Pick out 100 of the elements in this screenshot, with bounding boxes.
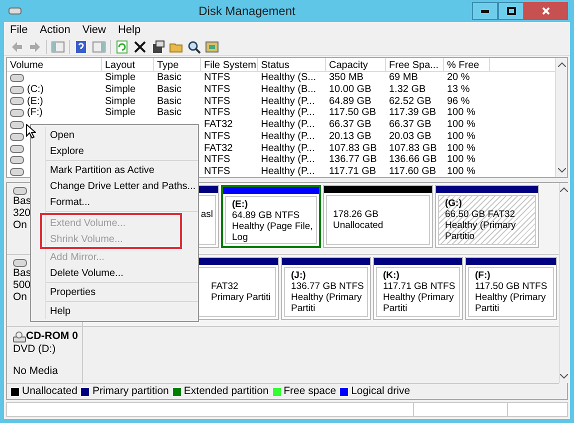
partition-name: (F:) — [475, 270, 490, 281]
partition[interactable]: (K:) 117.71 GB NTFS Healthy (Primary Partiti — [373, 257, 463, 320]
legend-label: Extended partition — [184, 384, 269, 399]
table-cell: (C:) — [27, 84, 44, 96]
partition[interactable]: (J:) 136.77 GB NTFS Healthy (Primary Partiti — [281, 257, 371, 320]
menu-item[interactable]: Help — [118, 22, 141, 38]
column-header[interactable]: Free Spa... — [386, 58, 444, 71]
table-cell: 117.39 GB — [389, 107, 436, 120]
table-cell: FAT32 — [204, 142, 233, 155]
drive-icon — [13, 187, 27, 195]
legend-label: Unallocated — [22, 384, 78, 399]
menu-item[interactable]: Mark Partition as Active — [46, 162, 198, 178]
menu-item[interactable]: Action — [40, 22, 70, 38]
table-cell: Healthy (P... — [261, 107, 315, 120]
menu-item[interactable]: Properties — [46, 284, 198, 300]
disk-label: Bas — [13, 267, 32, 279]
table-cell: 100 % — [447, 119, 476, 132]
menu-item[interactable]: Explore — [46, 143, 198, 159]
help-icon[interactable] — [74, 40, 88, 54]
window-title: Disk Management — [198, 3, 296, 20]
partition[interactable]: (E:) 64.89 GB NTFS Healthy (Page File, Log — [221, 185, 321, 248]
table-cell: NTFS — [204, 130, 230, 143]
disk-label: On — [13, 291, 28, 303]
menu-item[interactable]: Help — [46, 303, 198, 319]
column-header[interactable]: Capacity — [326, 58, 386, 71]
optical-drive-icon — [13, 330, 26, 342]
table-cell: 100 % — [447, 154, 476, 166]
scrollbar[interactable] — [555, 58, 567, 177]
table-cell: 1.32 GB — [389, 84, 426, 96]
partition[interactable]: 178.26 GB Unallocated — [323, 185, 433, 248]
table-cell: 20 % — [447, 72, 470, 84]
column-header[interactable]: File System — [201, 58, 258, 71]
column-header[interactable]: Status — [258, 58, 326, 71]
partition-status: Healthy (Page File, Log — [232, 221, 314, 243]
partition-name: (K:) — [383, 270, 400, 281]
menu-item[interactable]: File — [10, 22, 28, 38]
menu-item[interactable]: Format... — [46, 194, 198, 210]
disk-settings-icon[interactable] — [205, 40, 219, 54]
table-cell: Simple — [105, 107, 136, 120]
table-cell: Basic — [157, 84, 182, 96]
column-header[interactable]: Type — [154, 58, 201, 71]
search-icon[interactable] — [187, 40, 201, 54]
table-cell: 100 % — [447, 130, 476, 143]
table-cell: NTFS — [204, 154, 230, 166]
table-cell: 62.52 GB — [389, 96, 432, 108]
scrollbar[interactable] — [559, 183, 568, 383]
table-cell: 100 % — [447, 142, 476, 155]
drive-icon — [10, 144, 24, 153]
drive-icon — [10, 121, 24, 130]
partition-name: (E:) — [232, 199, 248, 210]
panel-icon[interactable] — [51, 40, 65, 54]
disk-label: On — [13, 219, 28, 231]
column-header[interactable]: % Free — [444, 58, 490, 71]
table-cell: FAT32 — [204, 119, 233, 132]
partition-status: Healthy (Primary Partiti — [475, 292, 547, 314]
close-icon — [542, 7, 550, 15]
menu-item[interactable]: Open — [46, 127, 198, 143]
panel-icon[interactable] — [92, 40, 106, 54]
table-cell: 20.13 GB — [329, 130, 372, 143]
table-cell: Healthy (P... — [261, 166, 315, 178]
maximize-button[interactable] — [498, 2, 524, 20]
partition-status: Healthy (Primary Partiti — [383, 292, 455, 314]
drive-icon — [10, 97, 24, 106]
table-cell: 66.37 GB — [389, 119, 432, 132]
minimize-button[interactable] — [472, 2, 498, 20]
drive-icon — [13, 259, 27, 267]
partition-size: 178.26 GB — [333, 209, 378, 220]
disk-label: No Media — [13, 365, 59, 378]
table-cell: Simple — [105, 96, 136, 108]
table-cell: Healthy (P... — [261, 119, 315, 132]
partition-status: Primary Partiti — [211, 292, 271, 303]
table-cell: NTFS — [204, 107, 230, 120]
delete-icon[interactable] — [133, 40, 147, 54]
table-cell: NTFS — [204, 96, 230, 108]
table-cell: 100 % — [447, 107, 476, 120]
column-header[interactable]: Layout — [102, 58, 154, 71]
table-cell: 117.50 GB — [329, 107, 376, 120]
table-cell: Simple — [105, 84, 136, 96]
partition-status: Healthy (Primary Partitio — [445, 220, 517, 242]
table-cell: NTFS — [204, 84, 230, 96]
table-cell: 20.03 GB — [389, 130, 432, 143]
partition-name: (G:) — [445, 198, 462, 209]
table-cell: 66.37 GB — [329, 119, 372, 132]
partition-status: asl — [200, 209, 213, 220]
table-cell: 13 % — [447, 84, 470, 96]
menu-item[interactable]: View — [82, 22, 106, 38]
disk-label: 320 — [13, 207, 31, 219]
partition[interactable]: (G:) 66.50 GB FAT32 Healthy (Primary Partitio — [435, 185, 539, 248]
partition-size: 64.89 GB NTFS — [232, 210, 300, 221]
maximize-icon — [506, 7, 516, 15]
table-cell: Healthy (P... — [261, 96, 315, 108]
partition[interactable]: (F:) 117.50 GB NTFS Healthy (Primary Partiti — [465, 257, 557, 320]
partition-size: 66.50 GB FAT32 — [445, 209, 516, 220]
close-button[interactable] — [524, 2, 568, 20]
table-cell: 350 MB — [329, 72, 364, 84]
menu-item[interactable]: Change Drive Letter and Paths... — [46, 178, 198, 194]
column-header[interactable]: Volume — [7, 58, 102, 71]
properties-icon[interactable] — [151, 40, 165, 54]
partition-status: Unallocated — [333, 220, 384, 231]
table-cell: 107.83 GB — [329, 142, 377, 155]
